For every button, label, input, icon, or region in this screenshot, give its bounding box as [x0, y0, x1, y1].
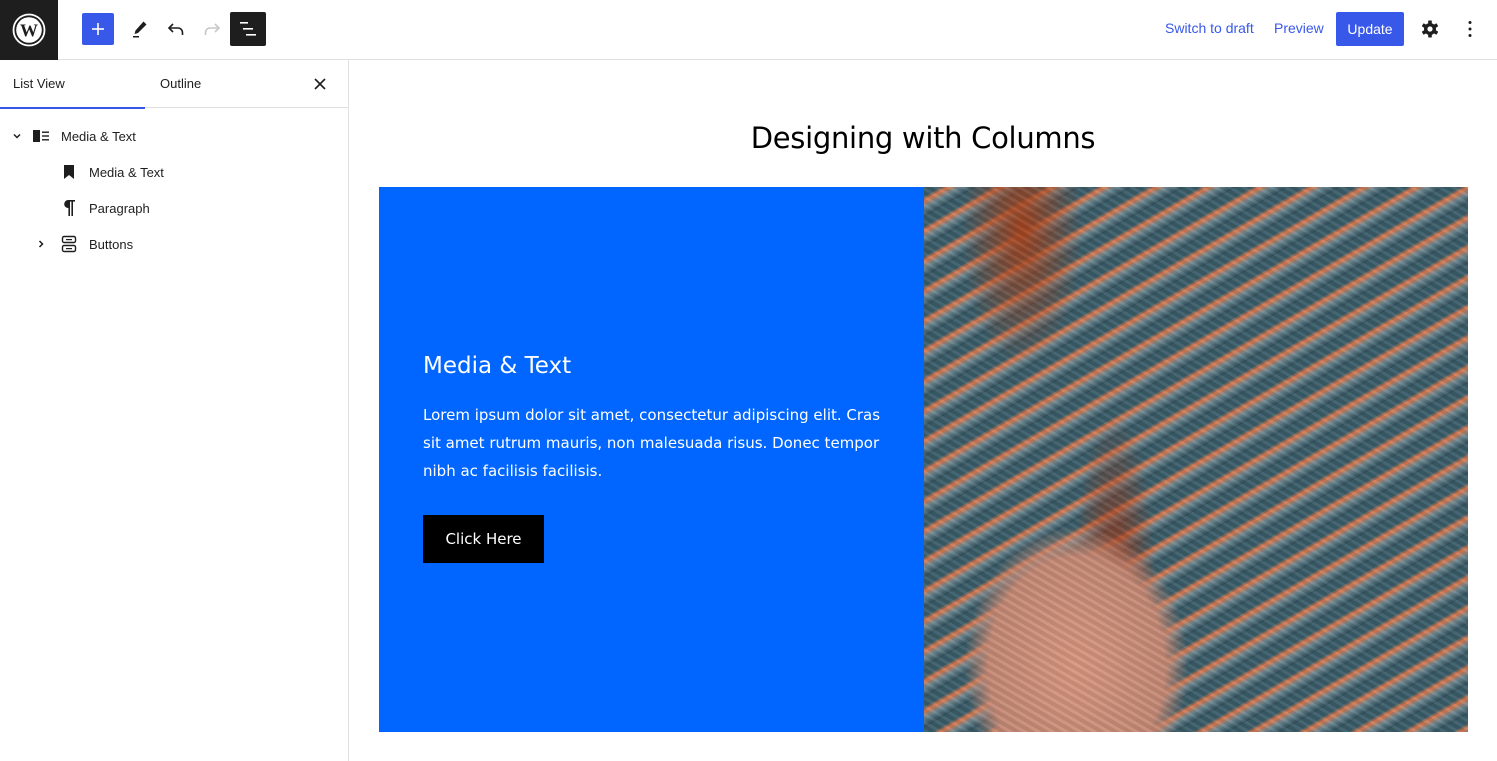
bookmark-icon — [57, 160, 81, 184]
list-view-sidebar: List View Outline Media & Text Media & T… — [0, 60, 349, 761]
list-item-media-text-child[interactable]: Media & Text — [0, 154, 348, 190]
add-block-button[interactable] — [82, 13, 114, 45]
list-item-label: Paragraph — [89, 200, 150, 216]
paragraph-icon — [57, 196, 81, 220]
media-image[interactable] — [924, 187, 1468, 732]
tools-button[interactable] — [122, 12, 158, 46]
undo-button[interactable] — [158, 12, 194, 46]
media-text-block[interactable]: Media & Text Lorem ipsum dolor sit amet,… — [379, 187, 1468, 732]
settings-button[interactable] — [1418, 17, 1442, 41]
list-view-icon — [240, 22, 256, 36]
list-item-media-text[interactable]: Media & Text — [0, 118, 348, 154]
redo-icon — [204, 23, 221, 35]
list-item-label: Media & Text — [61, 128, 136, 144]
post-title[interactable]: Designing with Columns — [349, 121, 1497, 155]
chevron-down-icon[interactable] — [9, 128, 25, 144]
wordpress-icon: W — [12, 13, 46, 47]
tab-list-view[interactable]: List View — [0, 60, 145, 109]
media-text-icon — [29, 124, 53, 148]
list-item-label: Buttons — [89, 236, 134, 252]
switch-to-draft-button[interactable]: Switch to draft — [1165, 20, 1254, 36]
list-item-label: Media & Text — [89, 164, 164, 180]
preview-button[interactable]: Preview — [1274, 20, 1324, 36]
media-text-content: Media & Text Lorem ipsum dolor sit amet,… — [379, 187, 924, 732]
undo-icon — [167, 23, 184, 35]
options-button[interactable] — [1458, 17, 1482, 41]
editor-canvas: Designing with Columns Media & Text Lore… — [349, 61, 1497, 761]
chevron-right-icon[interactable] — [33, 236, 49, 252]
gear-icon — [1421, 20, 1439, 38]
redo-button[interactable] — [194, 12, 230, 46]
svg-text:W: W — [20, 21, 38, 41]
tab-outline[interactable]: Outline — [160, 60, 201, 108]
list-item-paragraph[interactable]: Paragraph — [0, 190, 348, 226]
more-vertical-icon — [1468, 21, 1472, 37]
document-overview-button[interactable] — [230, 12, 266, 46]
click-here-button[interactable]: Click Here — [423, 515, 544, 563]
pencil-icon — [133, 21, 147, 38]
close-icon — [314, 78, 326, 90]
media-text-paragraph[interactable]: Lorem ipsum dolor sit amet, consectetur … — [423, 401, 893, 485]
wordpress-logo[interactable]: W — [0, 0, 58, 60]
list-item-buttons[interactable]: Buttons — [0, 226, 348, 262]
editor-header: W Switch to draft Preview Update — [0, 0, 1497, 60]
close-sidebar-button[interactable] — [308, 72, 332, 96]
media-text-heading[interactable]: Media & Text — [423, 353, 571, 379]
plus-icon — [92, 23, 104, 35]
sidebar-tabs: List View Outline — [0, 60, 348, 109]
buttons-icon — [57, 232, 81, 256]
update-button[interactable]: Update — [1336, 12, 1404, 46]
